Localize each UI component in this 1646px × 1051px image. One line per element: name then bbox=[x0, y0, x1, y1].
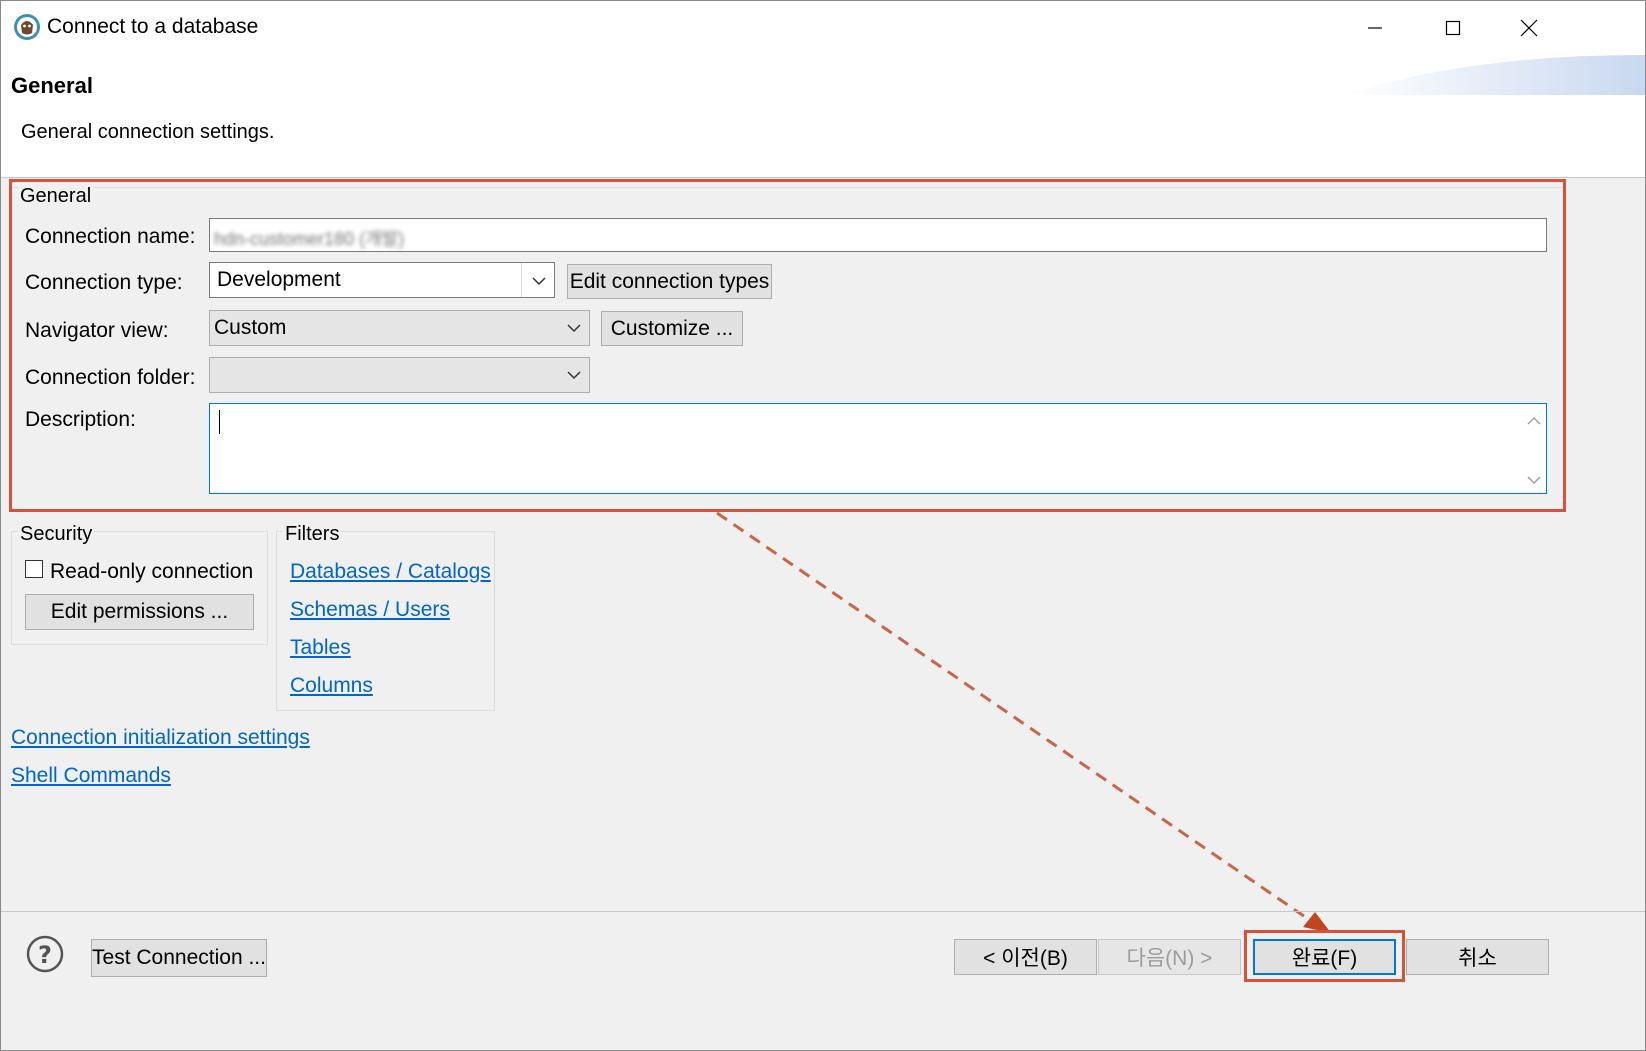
connect-database-dialog: Connect to a database General General co… bbox=[0, 0, 1646, 1051]
finish-button-highlight bbox=[1244, 930, 1405, 982]
help-icon[interactable]: ? bbox=[26, 935, 64, 973]
footer-separator bbox=[1, 911, 1645, 912]
back-button[interactable]: < 이전(B) bbox=[954, 939, 1097, 975]
test-connection-button[interactable]: Test Connection ... bbox=[91, 939, 267, 977]
cancel-button[interactable]: 취소 bbox=[1406, 939, 1549, 975]
next-button-disabled: 다음(N) > bbox=[1098, 939, 1241, 975]
annotation-arrow bbox=[716, 511, 1331, 933]
svg-text:?: ? bbox=[38, 941, 52, 969]
